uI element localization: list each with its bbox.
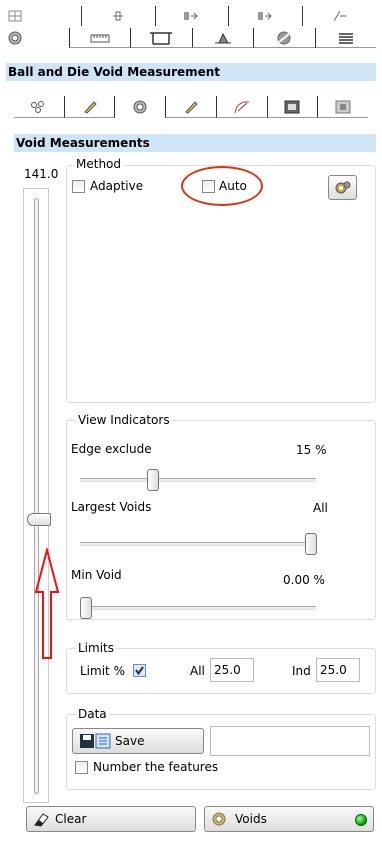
auto-highlight-annotation — [181, 166, 263, 206]
tab-pin-icon[interactable] — [80, 6, 155, 26]
all-limit-field[interactable]: 25.0 — [210, 658, 254, 682]
largest-voids-thumb[interactable] — [305, 533, 317, 555]
tab-pencil-1[interactable] — [63, 96, 115, 118]
angle-icon — [333, 10, 346, 22]
tab-frame[interactable] — [266, 96, 318, 118]
largest-voids-track[interactable] — [80, 542, 316, 546]
limits-legend: Limits — [76, 641, 116, 655]
method-legend: Method — [74, 157, 124, 171]
voids-label: Voids — [235, 812, 267, 826]
tab-dots[interactable] — [14, 96, 64, 118]
vertical-slider-thumb[interactable] — [27, 513, 51, 526]
clear-button[interactable]: Clear — [26, 806, 196, 832]
ind-label: Ind — [292, 664, 311, 678]
frame-icon — [284, 100, 300, 113]
adaptive-label: Adaptive — [90, 179, 144, 193]
tab-pencil-2[interactable] — [165, 96, 216, 118]
layers-icon — [338, 32, 353, 44]
caliper-icon — [150, 31, 173, 45]
void-ball-icon — [8, 31, 22, 45]
min-void-track[interactable] — [80, 606, 316, 610]
tab-layers-icon[interactable] — [314, 28, 376, 48]
void-ball-icon — [212, 812, 226, 826]
top-tab-bar — [6, 6, 376, 50]
limit-pct-checkbox[interactable] — [133, 664, 146, 677]
panel-title: Ball and Die Void Measurement — [6, 63, 376, 81]
tab-angle-icon[interactable] — [302, 6, 376, 26]
save-button[interactable]: Save — [72, 728, 204, 754]
largest-voids-label: Largest Voids — [71, 500, 152, 514]
min-void-thumb[interactable] — [80, 597, 92, 619]
tab-ruler-icon[interactable] — [68, 28, 130, 48]
pencil-icon — [83, 100, 97, 114]
align-left-icon — [183, 12, 198, 20]
pin-icon — [113, 11, 124, 21]
method-settings-button[interactable] — [328, 175, 357, 200]
edge-exclude-thumb[interactable] — [147, 469, 159, 491]
void-ball-icon — [133, 100, 147, 114]
ruler-icon — [90, 34, 110, 42]
status-led — [355, 814, 367, 826]
tab-align-right-icon[interactable] — [228, 6, 302, 26]
edge-exclude-track[interactable] — [80, 478, 316, 482]
tab-grid-box[interactable] — [317, 96, 369, 118]
probe-icon — [214, 32, 231, 43]
grid-icon — [8, 10, 22, 22]
slider-value: 141.0 — [24, 167, 59, 181]
section-title: Void Measurements — [14, 134, 376, 152]
tab-probe-icon[interactable] — [191, 28, 253, 48]
tab-align-left-icon[interactable] — [154, 6, 229, 26]
all-label: All — [190, 664, 205, 678]
gears-icon — [335, 181, 350, 193]
largest-voids-value: All — [313, 501, 328, 515]
measurement-tab-bar — [14, 96, 369, 118]
tab-void-active[interactable] — [114, 96, 165, 118]
tab-no-icon[interactable] — [253, 28, 315, 48]
edge-exclude-label: Edge exclude — [71, 442, 152, 456]
number-features-label: Number the features — [93, 760, 219, 774]
voids-button[interactable]: Voids — [204, 806, 374, 832]
clear-label: Clear — [55, 812, 87, 826]
tab-grid-icon[interactable] — [6, 6, 81, 26]
min-void-label: Min Void — [71, 568, 122, 582]
vertical-slider-track[interactable] — [34, 198, 39, 794]
tab-caliper-icon[interactable] — [130, 28, 192, 48]
eraser-icon — [34, 813, 49, 827]
grid-box-icon — [335, 100, 351, 113]
up-arrow-annotation — [34, 548, 60, 659]
edge-exclude-value: 15 % — [296, 443, 327, 457]
save-icon — [80, 733, 111, 749]
curve-tool-icon — [234, 100, 249, 113]
view-indicators-legend: View Indicators — [76, 413, 172, 427]
number-features-checkbox[interactable] — [75, 761, 88, 774]
data-legend: Data — [76, 707, 109, 721]
save-label: Save — [115, 734, 145, 748]
limit-pct-label: Limit % — [80, 664, 125, 678]
tab-curve[interactable] — [215, 96, 267, 118]
tab-void-icon[interactable] — [6, 28, 69, 48]
filename-field[interactable] — [210, 726, 370, 756]
scatter-dots-icon — [30, 100, 44, 113]
pencil-icon — [185, 100, 198, 114]
checkmark-icon — [135, 666, 144, 676]
min-void-value: 0.00 % — [283, 573, 325, 587]
ind-limit-field[interactable]: 25.0 — [316, 658, 360, 682]
no-sign-icon — [277, 31, 291, 44]
adaptive-checkbox[interactable] — [72, 180, 85, 193]
align-right-icon — [257, 12, 272, 20]
